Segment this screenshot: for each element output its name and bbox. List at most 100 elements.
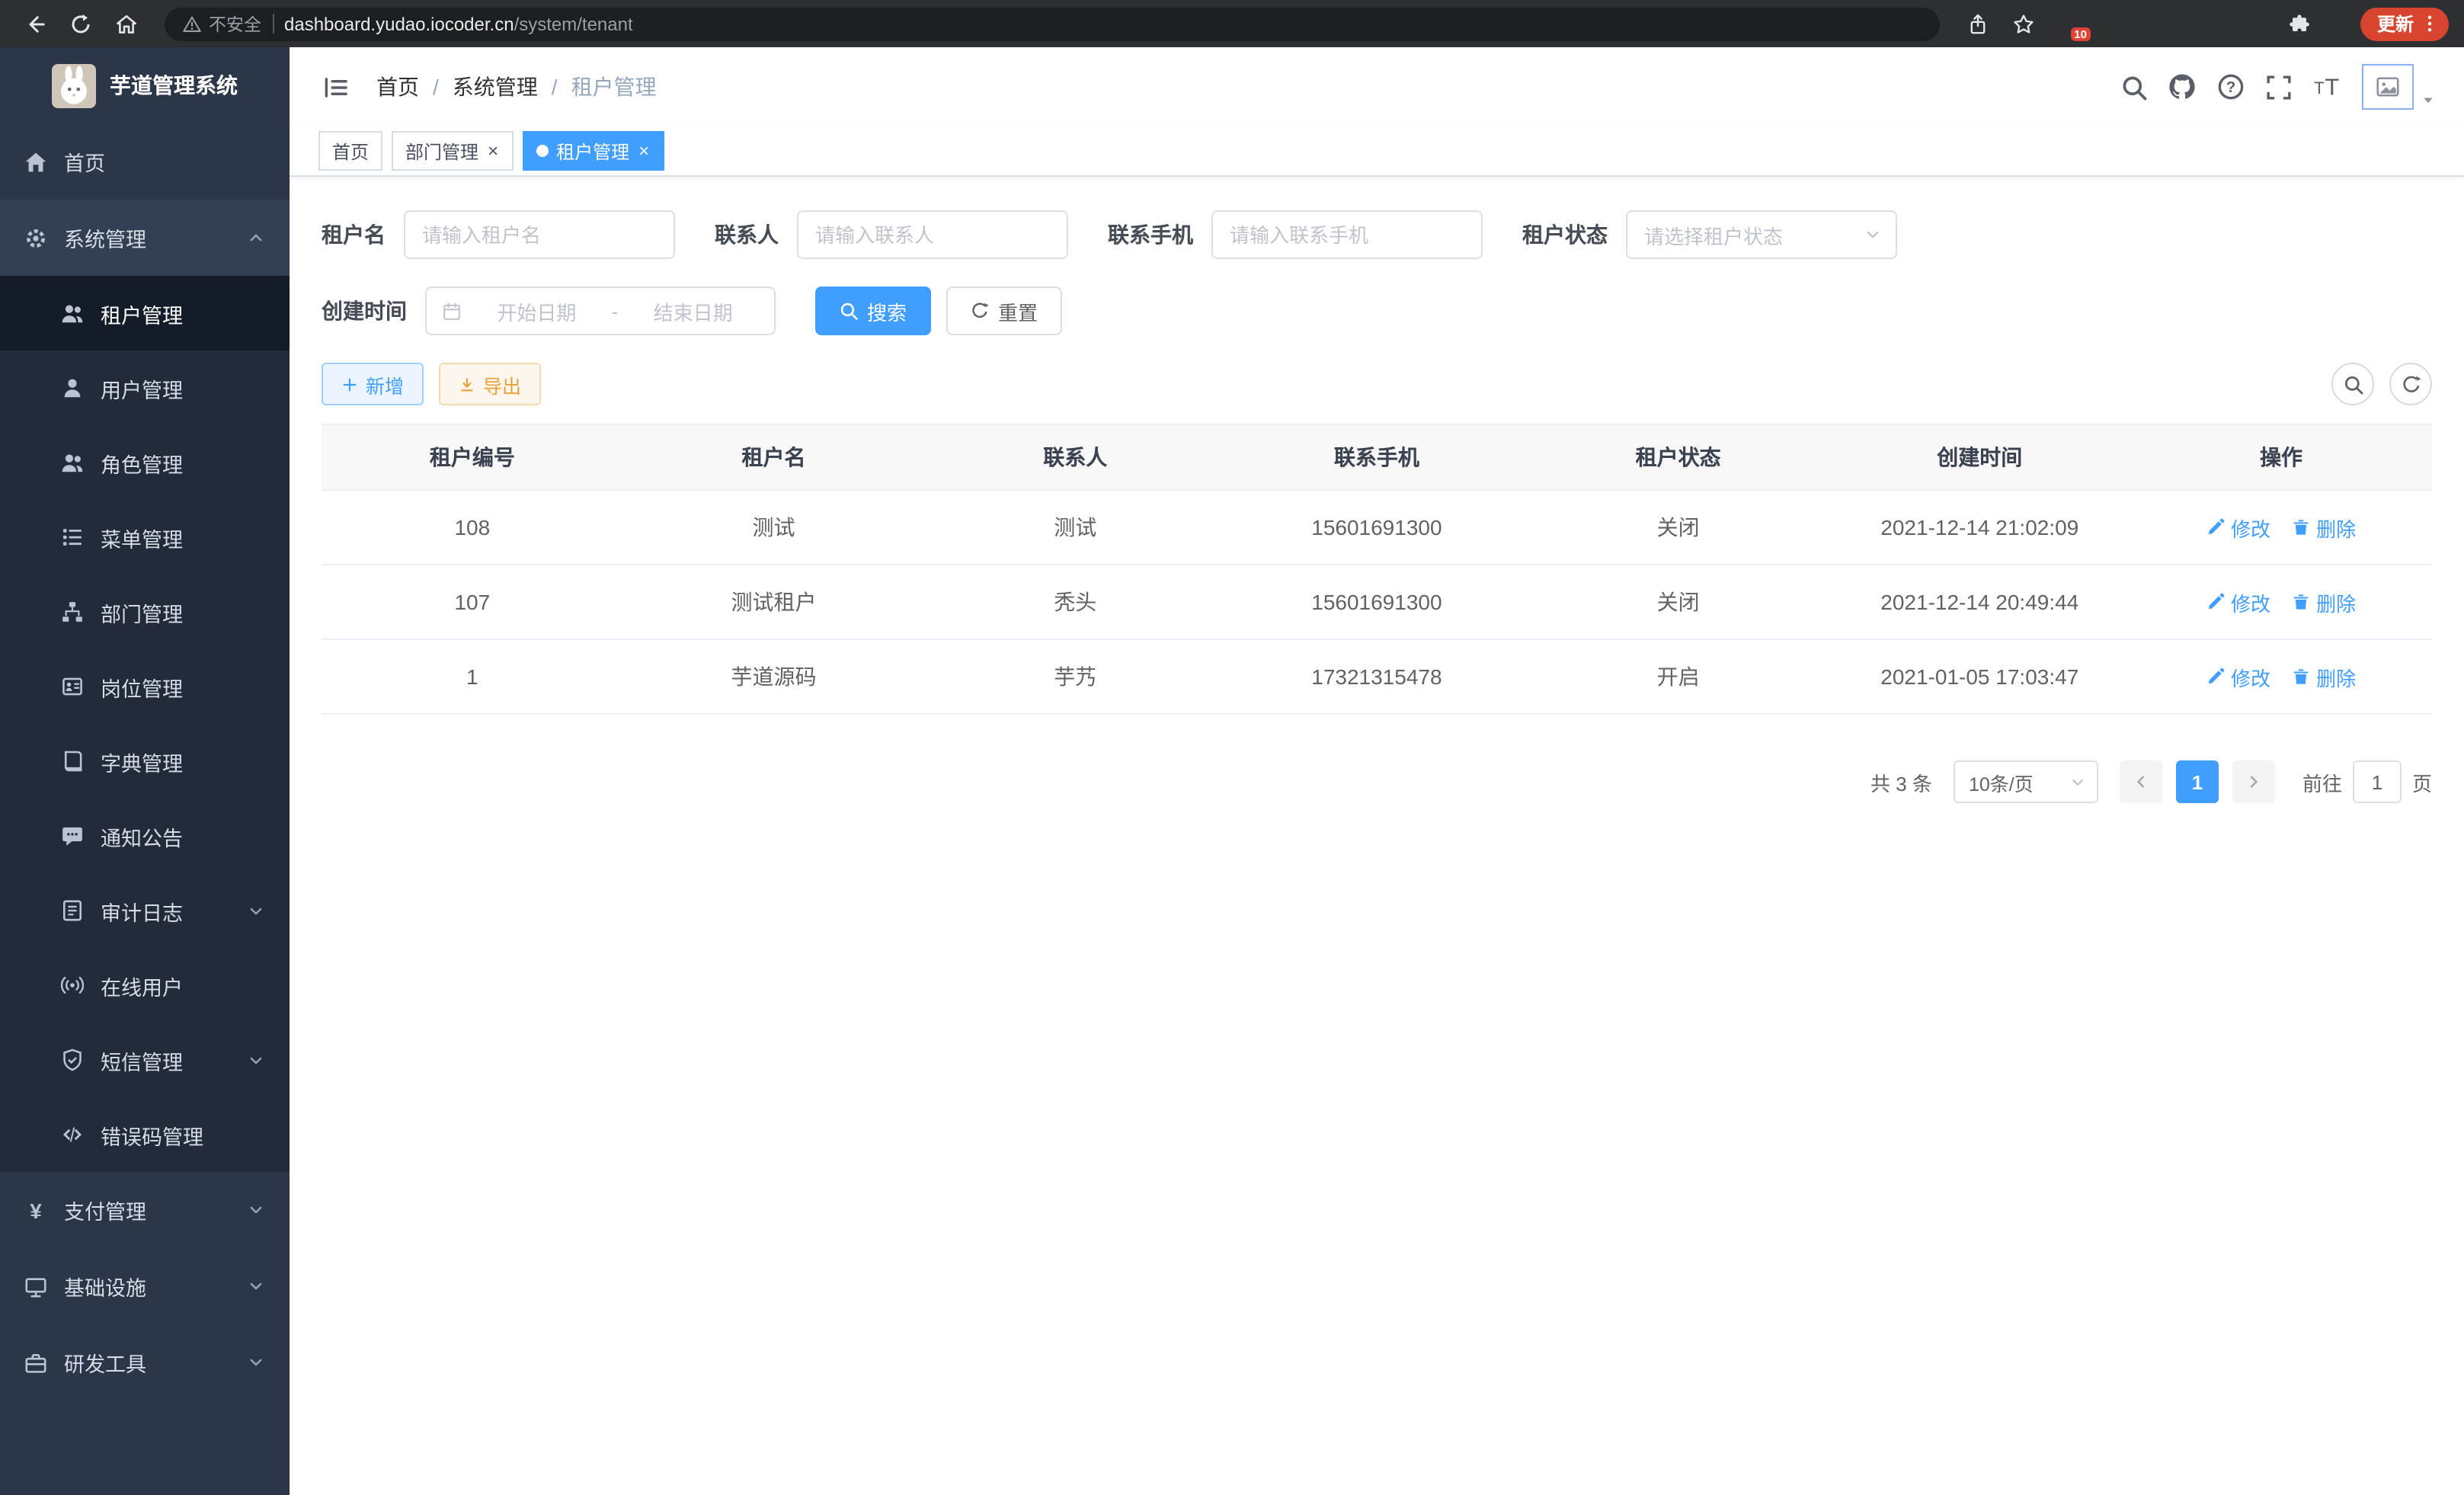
app-logo[interactable]: 芋道管理系统 [0, 47, 290, 123]
url-bar[interactable]: 不安全 dashboard.yudao.iocoder.cn/system/te… [165, 7, 1940, 40]
refresh-table-button[interactable] [2389, 363, 2432, 405]
extension-olive-icon[interactable] [2168, 12, 2191, 35]
page-content: 租户名 联系人 联系手机 租户状态 请选择租户状态 [290, 177, 2464, 1495]
sidebar-item-gear[interactable]: 系统管理 [0, 200, 290, 276]
extension-globe-icon[interactable] [2132, 12, 2155, 35]
extension-red-icon[interactable]: 10 [2059, 12, 2082, 35]
extension-badge: 10 [2070, 27, 2091, 41]
column-header: 创建时间 [1829, 424, 2130, 490]
tab-2[interactable]: 租户管理× [523, 131, 664, 171]
cell-created: 2021-12-14 21:02:09 [1829, 490, 2130, 565]
chevron-down-icon [2069, 773, 2086, 790]
back-button[interactable] [15, 4, 55, 43]
breadcrumb: 首页/系统管理/租户管理 [376, 72, 657, 102]
chevron-down-icon [247, 901, 265, 920]
sidebar-fold-icon[interactable] [317, 68, 355, 106]
edit-link[interactable]: 修改 [2206, 513, 2270, 542]
font-size-icon[interactable]: TT [2313, 73, 2341, 101]
extension-chat-icon[interactable] [2242, 12, 2264, 35]
user-avatar[interactable] [2362, 64, 2437, 110]
cell-contact: 芋艿 [924, 639, 1226, 714]
share-button[interactable] [1958, 4, 1998, 43]
sidebar-item-post[interactable]: 岗位管理 [0, 649, 290, 724]
chevron-down-icon [247, 1277, 265, 1295]
tab-1[interactable]: 部门管理× [392, 131, 514, 171]
cell-phone: 15601691300 [1226, 565, 1528, 639]
sidebar-item-menu[interactable]: 菜单管理 [0, 500, 290, 575]
toggle-search-button[interactable] [2331, 363, 2374, 405]
add-button[interactable]: 新增 [322, 363, 424, 405]
breadcrumb-item[interactable]: 首页 [376, 72, 419, 102]
sidebar-item-dict[interactable]: 字典管理 [0, 724, 290, 799]
header-search-icon[interactable] [2121, 74, 2147, 100]
extensions-row: 10 [2059, 12, 2264, 35]
reload-button[interactable] [61, 4, 101, 43]
help-icon[interactable]: ? [2217, 73, 2245, 101]
tab-close-icon[interactable]: × [637, 142, 651, 160]
next-page-button[interactable] [2232, 760, 2275, 803]
breadcrumb-item[interactable]: 租户管理 [571, 72, 657, 102]
github-icon[interactable] [2168, 73, 2196, 101]
tenant-name-input[interactable] [404, 210, 675, 259]
chevron-down-icon [247, 1201, 265, 1219]
filter-form: 租户名 联系人 联系手机 租户状态 请选择租户状态 [322, 210, 2432, 363]
svg-text:T: T [2325, 73, 2339, 100]
audit-icon [61, 899, 84, 922]
tab-0[interactable]: 首页 [318, 131, 382, 171]
export-button[interactable]: 导出 [439, 363, 541, 405]
sidebar-item-online[interactable]: 在线用户 [0, 948, 290, 1023]
page-size-select[interactable]: 10条/页 [1954, 760, 2098, 803]
search-icon [840, 302, 858, 320]
phone-input[interactable] [1211, 210, 1483, 259]
sidebar-item-pay[interactable]: ¥支付管理 [0, 1172, 290, 1248]
edit-link[interactable]: 修改 [2206, 587, 2270, 616]
cell-phone: 15601691300 [1226, 490, 1528, 565]
date-range-picker[interactable]: 开始日期 - 结束日期 [425, 287, 776, 335]
sidebar-item-sms[interactable]: 短信管理 [0, 1023, 290, 1097]
sidebar-item-audit[interactable]: 审计日志 [0, 873, 290, 948]
prev-page-button[interactable] [2120, 760, 2162, 803]
sidebar-item-home[interactable]: 首页 [0, 123, 290, 200]
browser-update-button[interactable]: 更新 [2360, 7, 2449, 40]
search-button[interactable]: 搜索 [815, 287, 931, 335]
avatar-broken-image-icon [2362, 64, 2414, 110]
dict-icon [61, 750, 84, 773]
browser-profile-avatar[interactable] [2325, 12, 2348, 35]
cell-contact: 测试 [924, 490, 1226, 565]
extensions-puzzle-icon[interactable] [2280, 4, 2319, 43]
kebab-menu-icon [2420, 14, 2440, 34]
sidebar-item-dept[interactable]: 部门管理 [0, 575, 290, 649]
tenant-status-select[interactable]: 请选择租户状态 [1626, 210, 1897, 259]
browser-home-button[interactable] [107, 4, 146, 43]
page-number-1[interactable]: 1 [2176, 760, 2219, 803]
plus-icon [341, 376, 358, 392]
sidebar-item-user[interactable]: 用户管理 [0, 351, 290, 425]
url-path: /system/tenant [514, 13, 633, 34]
tab-close-icon[interactable]: × [486, 142, 500, 160]
sidebar-item-tenant[interactable]: 租户管理 [0, 276, 290, 351]
goto-page-input[interactable] [2353, 760, 2402, 803]
cell-tenant-name: 芋道源码 [623, 639, 925, 714]
infra-icon [24, 1275, 47, 1298]
bookmark-star-button[interactable] [2004, 4, 2043, 43]
reset-button[interactable]: 重置 [946, 287, 1062, 335]
sidebar-item-infra[interactable]: 基础设施 [0, 1248, 290, 1324]
sidebar-item-errcode[interactable]: 错误码管理 [0, 1097, 290, 1172]
table-row: 108测试测试15601691300关闭2021-12-14 21:02:09修… [322, 490, 2432, 565]
cell-tenant-name: 测试租户 [623, 565, 925, 639]
column-header: 操作 [2130, 424, 2432, 490]
delete-link[interactable]: 删除 [2292, 587, 2356, 616]
extension-blue-icon[interactable] [2095, 12, 2118, 35]
sidebar-item-notice[interactable]: 通知公告 [0, 799, 290, 873]
fullscreen-icon[interactable] [2266, 74, 2292, 100]
breadcrumb-item[interactable]: 系统管理 [453, 72, 538, 102]
user-icon [61, 376, 84, 399]
edit-link[interactable]: 修改 [2206, 662, 2270, 691]
sidebar-item-devtool[interactable]: 研发工具 [0, 1324, 290, 1401]
sidebar-item-role[interactable]: 角色管理 [0, 425, 290, 500]
delete-link[interactable]: 删除 [2292, 513, 2356, 542]
delete-link[interactable]: 删除 [2292, 662, 2356, 691]
contact-input[interactable] [797, 210, 1068, 259]
extension-green-icon[interactable] [2205, 12, 2228, 35]
errcode-icon [61, 1123, 84, 1146]
